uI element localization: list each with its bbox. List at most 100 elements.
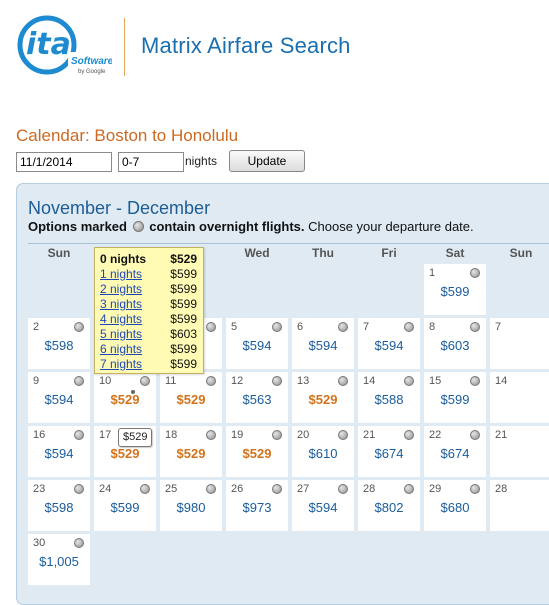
day-price[interactable]: $599 — [424, 284, 486, 299]
calendar-day-cell[interactable]: 1 $599 — [424, 264, 486, 315]
weekday-sat: Sat — [445, 246, 465, 260]
calendar-day-cell[interactable]: 28 $802 — [358, 480, 420, 531]
day-price[interactable]: $594 — [28, 446, 90, 461]
calendar-day-cell[interactable]: 19 $529 — [226, 426, 288, 477]
popup-price: $599 — [170, 357, 197, 371]
popup-row[interactable]: 1 nights $599 — [100, 267, 197, 282]
popup-nights-link[interactable]: 4 nights — [100, 312, 142, 326]
update-button[interactable]: Update — [229, 150, 305, 172]
popup-nights-link[interactable]: 7 nights — [100, 357, 142, 371]
calendar-day-cell[interactable]: 27 $594 — [292, 480, 354, 531]
day-price[interactable]: $529 — [226, 446, 288, 461]
overnight-moon-icon — [404, 430, 414, 440]
popup-nights-link[interactable]: 6 nights — [100, 342, 142, 356]
popup-nights-link[interactable]: 1 nights — [100, 267, 142, 281]
calendar-day-cell[interactable]: 10 $529 — [94, 372, 156, 423]
calendar-day-cell[interactable]: 2 $598 — [28, 318, 90, 369]
day-price[interactable]: $674 — [424, 446, 486, 461]
day-price[interactable]: $674 — [358, 446, 420, 461]
logo-byline: by Google — [78, 69, 106, 75]
calendar-day-cell[interactable]: 28 — [490, 480, 549, 531]
calendar-day-cell[interactable]: 30 $1,005 — [28, 534, 90, 585]
overnight-moon-icon — [206, 376, 216, 386]
day-price[interactable]: $563 — [226, 392, 288, 407]
overnight-moon-icon — [470, 430, 480, 440]
calendar-day-cell[interactable]: 15 $599 — [424, 372, 486, 423]
overnight-moon-icon — [206, 484, 216, 494]
calendar-day-cell[interactable]: 22 $674 — [424, 426, 486, 477]
calendar-day-cell[interactable]: 7 $594 — [358, 318, 420, 369]
overnight-moon-icon — [74, 376, 84, 386]
popup-row[interactable]: 6 nights $599 — [100, 342, 197, 357]
day-price[interactable]: $802 — [358, 500, 420, 515]
calendar-day-cell[interactable]: 7 — [490, 318, 549, 369]
day-price[interactable]: $529 — [160, 392, 222, 407]
day-price[interactable]: $588 — [358, 392, 420, 407]
day-price[interactable]: $594 — [292, 500, 354, 515]
overnight-moon-icon — [140, 484, 150, 494]
day-price[interactable]: $594 — [28, 392, 90, 407]
calendar-day-cell[interactable]: 23 $598 — [28, 480, 90, 531]
popup-nights-link[interactable]: 2 nights — [100, 282, 142, 296]
overnight-moon-icon — [272, 430, 282, 440]
calendar-day-cell[interactable]: 6 $594 — [292, 318, 354, 369]
calendar-day-cell[interactable]: 25 $980 — [160, 480, 222, 531]
popup-row[interactable]: 2 nights $599 — [100, 282, 197, 297]
calendar-day-cell[interactable]: 9 $594 — [28, 372, 90, 423]
day-price[interactable]: $594 — [358, 338, 420, 353]
day-price[interactable]: $529 — [94, 446, 156, 461]
calendar-day-cell[interactable]: 29 $680 — [424, 480, 486, 531]
day-price[interactable]: $603 — [424, 338, 486, 353]
overnight-moon-icon — [404, 484, 414, 494]
calendar-day-cell[interactable]: 16 $594 — [28, 426, 90, 477]
calendar-day-cell[interactable]: 12 $563 — [226, 372, 288, 423]
note-bold-2: contain overnight flights. — [149, 219, 305, 234]
day-price[interactable]: $529 — [160, 446, 222, 461]
day-price[interactable]: $680 — [424, 500, 486, 515]
calendar-day-cell[interactable]: 5 $594 — [226, 318, 288, 369]
day-price[interactable]: $973 — [226, 500, 288, 515]
day-number: 7 — [495, 321, 502, 333]
popup-price: $599 — [170, 267, 197, 281]
nights-range-input[interactable] — [118, 152, 184, 172]
day-price[interactable]: $980 — [160, 500, 222, 515]
calendar-day-cell[interactable]: 8 $603 — [424, 318, 486, 369]
day-number: 27 — [297, 483, 310, 495]
popup-row[interactable]: 3 nights $599 — [100, 297, 197, 312]
logo-text: ita — [26, 27, 71, 62]
day-price[interactable]: $529 — [94, 392, 156, 407]
day-price[interactable]: $599 — [424, 392, 486, 407]
overnight-moon-icon — [272, 484, 282, 494]
day-number: 12 — [231, 375, 244, 387]
weekday-thu: Thu — [312, 246, 334, 260]
popup-nights-link[interactable]: 3 nights — [100, 297, 142, 311]
day-price[interactable]: $1,005 — [28, 554, 90, 569]
day-number: 22 — [429, 429, 442, 441]
calendar-day-cell[interactable]: 14 $588 — [358, 372, 420, 423]
calendar-day-cell[interactable]: 21 — [490, 426, 549, 477]
day-price[interactable]: $529 — [292, 392, 354, 407]
day-number: 19 — [231, 429, 244, 441]
calendar-day-cell[interactable]: 26 $973 — [226, 480, 288, 531]
calendar-day-cell[interactable]: 11 $529 — [160, 372, 222, 423]
popup-price: $603 — [170, 327, 197, 341]
calendar-day-cell[interactable]: 20 $610 — [292, 426, 354, 477]
day-price[interactable]: $594 — [292, 338, 354, 353]
calendar-day-cell[interactable]: 21 $674 — [358, 426, 420, 477]
calendar-day-cell[interactable]: 24 $599 — [94, 480, 156, 531]
calendar-day-cell[interactable]: 18 $529 — [160, 426, 222, 477]
calendar-day-cell[interactable]: 14 — [490, 372, 549, 423]
day-price[interactable]: $599 — [94, 500, 156, 515]
day-price[interactable]: $610 — [292, 446, 354, 461]
popup-nights-link[interactable]: 5 nights — [100, 327, 142, 341]
day-price[interactable]: $594 — [226, 338, 288, 353]
popup-row[interactable]: 4 nights $599 — [100, 312, 197, 327]
overnight-moon-icon — [338, 322, 348, 332]
departure-date-input[interactable] — [16, 152, 112, 172]
popup-row[interactable]: 5 nights $603 — [100, 327, 197, 342]
calendar-day-cell[interactable]: 13 $529 — [292, 372, 354, 423]
day-price[interactable]: $598 — [28, 338, 90, 353]
popup-row[interactable]: 7 nights $599 — [100, 357, 197, 372]
overnight-moon-icon — [132, 221, 144, 232]
day-price[interactable]: $598 — [28, 500, 90, 515]
